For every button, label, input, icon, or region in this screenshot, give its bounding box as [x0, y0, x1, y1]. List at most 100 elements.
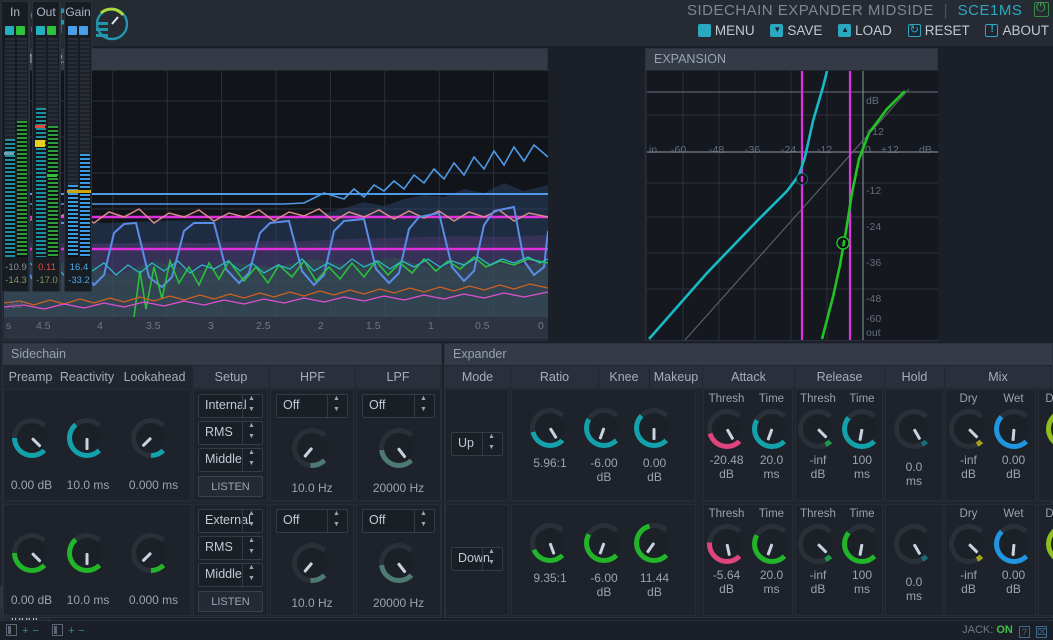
reactivity-knob-wrap — [67, 533, 107, 578]
help-button[interactable]: ? — [1018, 626, 1030, 638]
expander-panel: Expander Mode Ratio Knee Makeup Attack Releas… — [444, 343, 1053, 618]
font-minus-button[interactable]: − — [79, 625, 85, 637]
sidechain-source-select[interactable]: Internal — [198, 394, 263, 418]
dry-value: -inf — [960, 568, 977, 582]
release-time-label: Time — [849, 508, 875, 520]
expander-mode-select[interactable]: Down — [451, 547, 503, 571]
knob[interactable] — [752, 524, 792, 564]
sidechain-channel-select[interactable]: Middle — [198, 563, 263, 587]
sidechain-listen-button[interactable]: LISTEN — [198, 476, 263, 497]
knob[interactable] — [994, 409, 1034, 449]
window-icon[interactable] — [6, 624, 17, 636]
hpf-mode-select[interactable]: Off — [276, 509, 348, 533]
knob[interactable] — [584, 523, 624, 563]
knob[interactable] — [12, 418, 52, 458]
knob[interactable] — [798, 409, 838, 449]
knob[interactable] — [12, 533, 52, 573]
chevron-updown-icon[interactable] — [414, 510, 434, 532]
chevron-updown-icon[interactable] — [327, 510, 347, 532]
sidechain-source-select[interactable]: External — [198, 509, 263, 533]
meter-bar-left — [68, 38, 78, 257]
menu-button[interactable]: MENU — [697, 23, 755, 38]
expander-drywet-cell: Dry/Wet 100% — [1038, 389, 1053, 501]
knob[interactable] — [530, 523, 570, 563]
chevron-updown-icon[interactable] — [242, 449, 262, 471]
knob[interactable] — [752, 409, 792, 449]
knob[interactable] — [949, 409, 989, 449]
knob[interactable] — [378, 428, 419, 468]
expansion-plot[interactable]: in -60 -48 -36 -24 -12 0 +12 dB dB +12 -… — [647, 71, 938, 340]
lpf-mode-select[interactable]: Off — [362, 394, 435, 418]
chevron-updown-icon[interactable] — [414, 395, 434, 417]
knob[interactable] — [634, 408, 674, 448]
expander-attack-cell: Thresh Time -20.48 dB 20.0 ms — [703, 389, 793, 501]
time-graph-x-tick-8: 0.5 — [475, 320, 490, 332]
io-meter-toggle-right[interactable] — [16, 26, 25, 35]
power-icon[interactable] — [1034, 0, 1049, 17]
knob[interactable] — [707, 409, 747, 449]
knob[interactable] — [530, 408, 570, 448]
knob[interactable] — [1046, 524, 1053, 564]
text-icon[interactable] — [52, 624, 63, 636]
chevron-updown-icon[interactable] — [327, 395, 347, 417]
sidechain-mode-select[interactable]: RMS — [198, 421, 263, 445]
knob[interactable] — [131, 533, 171, 573]
io-meter-toggle-left[interactable] — [36, 26, 45, 35]
chevron-updown-icon[interactable] — [482, 548, 502, 570]
chevron-updown-icon[interactable] — [242, 510, 262, 532]
knob[interactable] — [842, 524, 882, 564]
hpf-mode-select[interactable]: Off — [276, 394, 348, 418]
knob[interactable] — [994, 524, 1034, 564]
knob[interactable] — [131, 418, 171, 458]
time-graph-x-tick-3: 3 — [208, 320, 214, 332]
expander-mode-select[interactable]: Up — [451, 432, 503, 456]
window-plus-button[interactable]: + — [22, 625, 28, 637]
jack-label: JACK: — [962, 624, 994, 636]
attack-thresh-label: Thresh — [708, 393, 745, 405]
release-time-value: 100 — [851, 453, 873, 467]
knob[interactable] — [894, 409, 934, 449]
attack-thresh-value: -5.64 — [712, 568, 741, 582]
about-button[interactable]: ABOUT — [985, 23, 1049, 38]
meter-toggle-left[interactable] — [68, 26, 77, 35]
knob[interactable] — [842, 409, 882, 449]
knob[interactable] — [292, 428, 332, 468]
knob[interactable] — [378, 543, 419, 583]
chevron-updown-icon[interactable] — [242, 395, 262, 417]
drywet-knob-wrap — [1039, 524, 1053, 569]
save-button[interactable]: SAVE — [770, 23, 822, 38]
knob[interactable] — [634, 523, 674, 563]
knob[interactable] — [894, 524, 934, 564]
knee-knob-wrap — [584, 408, 624, 453]
knob[interactable] — [707, 524, 747, 564]
expansion-x-tick-1: -48 — [709, 144, 725, 156]
reset-button[interactable]: RESET — [907, 23, 970, 38]
chevron-updown-icon[interactable] — [482, 433, 502, 455]
meter-toggle-right[interactable] — [79, 26, 88, 35]
save-button-label: SAVE — [787, 23, 823, 38]
knob[interactable] — [949, 524, 989, 564]
load-button[interactable]: LOAD — [838, 23, 892, 38]
sidechain-lpf-cell: Off 20000 Hz — [356, 389, 441, 501]
expander-mode-cell: Down — [445, 504, 509, 616]
sidechain-mode-select[interactable]: RMS — [198, 536, 263, 560]
knob[interactable] — [292, 543, 332, 583]
font-plus-button[interactable]: + — [68, 625, 74, 637]
chevron-updown-icon[interactable] — [242, 537, 262, 559]
window-minus-button[interactable]: − — [33, 625, 39, 637]
chevron-updown-icon[interactable] — [242, 564, 262, 586]
knob[interactable] — [67, 533, 107, 573]
io-meter-toggle-left[interactable] — [5, 26, 14, 35]
knob[interactable] — [584, 408, 624, 448]
knob[interactable] — [67, 418, 107, 458]
knob[interactable] — [798, 524, 838, 564]
io-meter-toggle-right[interactable] — [47, 26, 56, 35]
sidechain-listen-button[interactable]: LISTEN — [198, 591, 263, 612]
expander-col-ratio: Ratio — [511, 366, 599, 388]
ratio-knob-wrap — [530, 523, 570, 568]
sidechain-channel-select[interactable]: Middle — [198, 448, 263, 472]
chevron-updown-icon[interactable] — [242, 422, 262, 444]
lpf-mode-select[interactable]: Off — [362, 509, 435, 533]
close-button[interactable]: ⌧ — [1036, 626, 1047, 638]
knob[interactable] — [1046, 409, 1053, 449]
